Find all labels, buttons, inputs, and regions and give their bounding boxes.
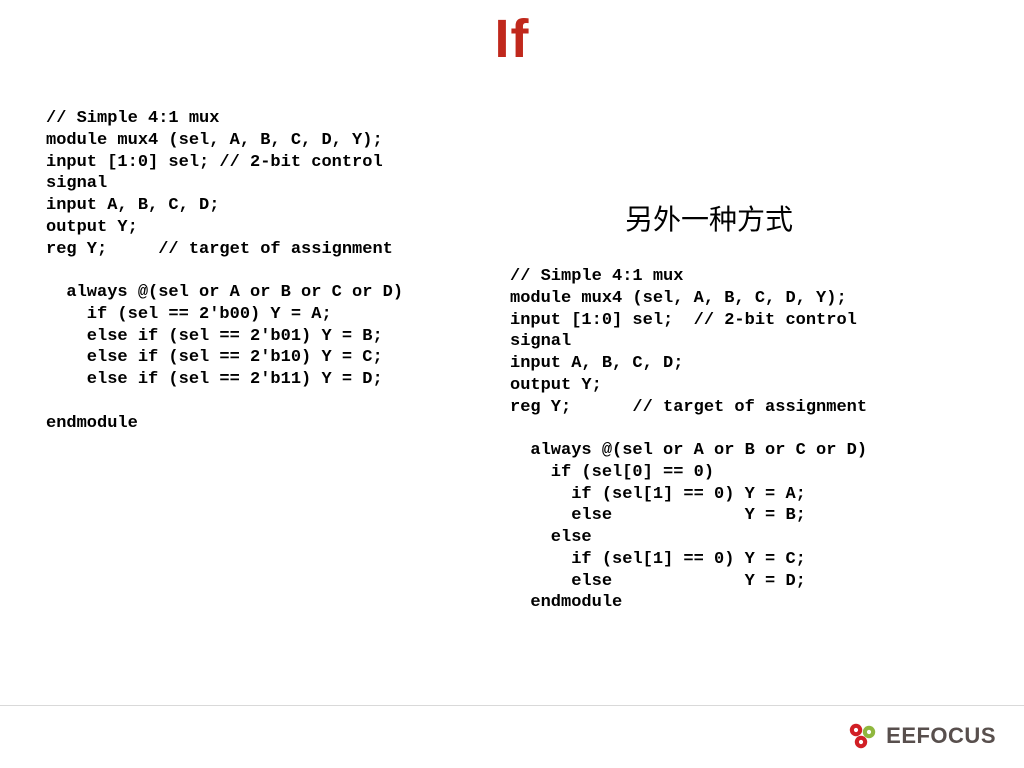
right-heading: 另外一种方式 (510, 198, 980, 238)
eefocus-logo: EEFOCUS (846, 720, 996, 752)
footer-divider (0, 705, 1024, 706)
slide-title: If (0, 8, 1024, 70)
eefocus-logo-icon (846, 720, 880, 752)
code-block-right: // Simple 4:1 mux module mux4 (sel, A, B… (510, 266, 980, 614)
eefocus-logo-text: EEFOCUS (886, 723, 996, 749)
code-block-left: // Simple 4:1 mux module mux4 (sel, A, B… (46, 108, 466, 434)
right-column: 另外一种方式 // Simple 4:1 mux module mux4 (se… (510, 198, 980, 614)
left-column: // Simple 4:1 mux module mux4 (sel, A, B… (46, 108, 466, 434)
